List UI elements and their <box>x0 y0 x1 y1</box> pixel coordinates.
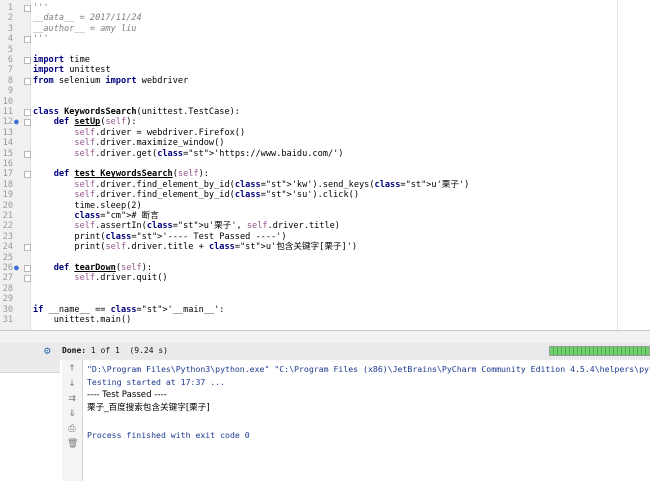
status-count: 1 of 1 (9.24 s) <box>86 346 168 355</box>
line-number: 18 <box>2 179 13 190</box>
line-number: 28 <box>2 283 13 294</box>
line-number: 15 <box>2 148 13 159</box>
status-done-label: Done: <box>62 346 87 355</box>
line-number: 13 <box>2 127 13 138</box>
code-line: class KeywordsSearch(unittest.TestCase): <box>33 107 240 117</box>
trash-icon[interactable]: 🗑 <box>67 439 78 449</box>
fold-marker-icon[interactable] <box>24 57 31 64</box>
line-number: 23 <box>2 231 13 242</box>
fold-marker-icon[interactable] <box>24 119 31 127</box>
line-number: 2 <box>7 13 13 24</box>
line-number: 31 <box>2 315 13 325</box>
code-line: def test_KeywordsSearch(self): <box>53 169 209 180</box>
scroll-to-end-icon[interactable]: ⇓ <box>67 409 77 419</box>
console-finished-line: Process finished with exit code 0 <box>87 430 250 440</box>
code-line: self.driver.get(class="st">'https://www.… <box>74 148 344 159</box>
code-line: self.driver.maximize_window() <box>74 138 225 149</box>
line-number: 9 <box>7 86 13 97</box>
fold-marker-icon[interactable] <box>24 77 31 85</box>
line-number: 5 <box>7 44 13 55</box>
down-arrow-icon[interactable]: ↓ <box>67 379 77 389</box>
line-number: 12 <box>2 117 13 128</box>
code-line: self.driver.find_element_by_id(class="st… <box>74 190 359 201</box>
line-number: 4 <box>7 34 13 45</box>
up-arrow-icon[interactable]: ↑ <box>67 364 77 374</box>
code-line: self.assertIn(class="st">u'栗子', self.dri… <box>74 221 340 232</box>
line-number: 8 <box>7 75 13 86</box>
code-line: self.driver = webdriver.Firefox() <box>74 127 246 138</box>
code-line: __author__ = amy liu <box>33 23 137 34</box>
test-tree-pane <box>0 360 62 481</box>
line-number: 29 <box>2 294 13 305</box>
code-line: unittest.main() <box>33 315 132 325</box>
code-line: self.driver.quit() <box>74 273 168 284</box>
line-number: 7 <box>7 65 13 76</box>
line-number: 6 <box>7 55 13 65</box>
code-line: class="cm"># 断言 <box>74 211 159 221</box>
line-number: 25 <box>2 252 13 263</box>
test-progress-fill <box>550 347 649 355</box>
code-line: def setUp(self): <box>53 117 137 128</box>
code-line: ''' <box>33 34 49 45</box>
run-console[interactable]: "D:\Program Files\Python3\python.exe" "C… <box>83 360 650 481</box>
console-started-line: Testing started at 17:37 ... <box>87 377 226 387</box>
fold-marker-icon[interactable] <box>24 171 31 179</box>
code-line: ''' <box>33 3 49 13</box>
line-number: 20 <box>2 200 13 211</box>
test-tree-header <box>0 360 60 373</box>
line-number: 30 <box>2 304 13 315</box>
code-line: import unittest <box>33 65 111 76</box>
code-line: def tearDown(self): <box>53 263 153 273</box>
line-number: 3 <box>7 23 13 34</box>
console-passed-line: ---- Test Passed ---- <box>87 390 167 400</box>
code-line: from selenium import webdriver <box>33 75 189 86</box>
code-line: print(self.driver.title + class="st">u'包… <box>33 242 358 253</box>
line-number: 16 <box>2 159 13 169</box>
run-status: Done: 1 of 1 (9.24 s) <box>62 346 168 355</box>
fold-marker-icon[interactable] <box>24 275 31 283</box>
code-line: self.driver.find_element_by_id(class="st… <box>74 179 470 190</box>
gear-icon[interactable]: ⚙ <box>44 345 56 357</box>
line-number: 22 <box>2 221 13 232</box>
console-title-line: 栗子_百度搜索包含关键字[栗子] <box>87 403 210 413</box>
code-line: import time <box>33 55 90 65</box>
run-status-bar: ⚙ Done: 1 of 1 (9.24 s) <box>0 343 650 361</box>
code-line: __data__ = 2017/11/24 <box>33 13 142 24</box>
fold-marker-icon[interactable] <box>24 109 31 116</box>
print-icon[interactable]: ⎙ <box>67 424 77 434</box>
fold-marker-icon[interactable] <box>24 150 31 158</box>
line-number: 24 <box>2 242 13 253</box>
fold-marker-icon[interactable] <box>24 36 31 44</box>
soft-wrap-icon[interactable]: ⇉ <box>67 394 77 404</box>
console-toolbar: ↑ ↓ ⇉ ⇓ ⎙ 🗑 <box>62 360 83 481</box>
line-number: 10 <box>2 96 13 107</box>
panel-splitter[interactable] <box>0 330 650 344</box>
fold-marker-icon[interactable] <box>24 244 31 252</box>
line-number: 17 <box>2 169 13 180</box>
fold-marker-icon[interactable] <box>24 265 31 272</box>
line-number: 21 <box>2 211 13 221</box>
line-number: 26 <box>2 263 13 273</box>
code-editor[interactable]: 1 ''' 2 __data__ = 2017/11/24 3 __author__ = … <box>0 0 650 330</box>
override-marker-icon[interactable]: ● <box>14 117 19 127</box>
code-line: print(class="st">'---- Test Passed ----'… <box>33 231 287 242</box>
right-margin-guide <box>617 0 618 330</box>
line-number: 1 <box>7 3 13 13</box>
line-number: 11 <box>2 107 13 117</box>
console-command-line: "D:\Program Files\Python3\python.exe" "C… <box>87 364 650 374</box>
code-line: time.sleep(2) <box>33 200 142 211</box>
override-marker-icon[interactable]: ● <box>14 263 19 273</box>
fold-marker-icon[interactable] <box>24 5 31 12</box>
line-number: 27 <box>2 273 13 284</box>
line-number: 14 <box>2 138 13 149</box>
line-number: 19 <box>2 190 13 201</box>
test-progress-bar <box>549 346 650 356</box>
code-line: if __name__ == class="st">'__main__': <box>33 304 225 315</box>
